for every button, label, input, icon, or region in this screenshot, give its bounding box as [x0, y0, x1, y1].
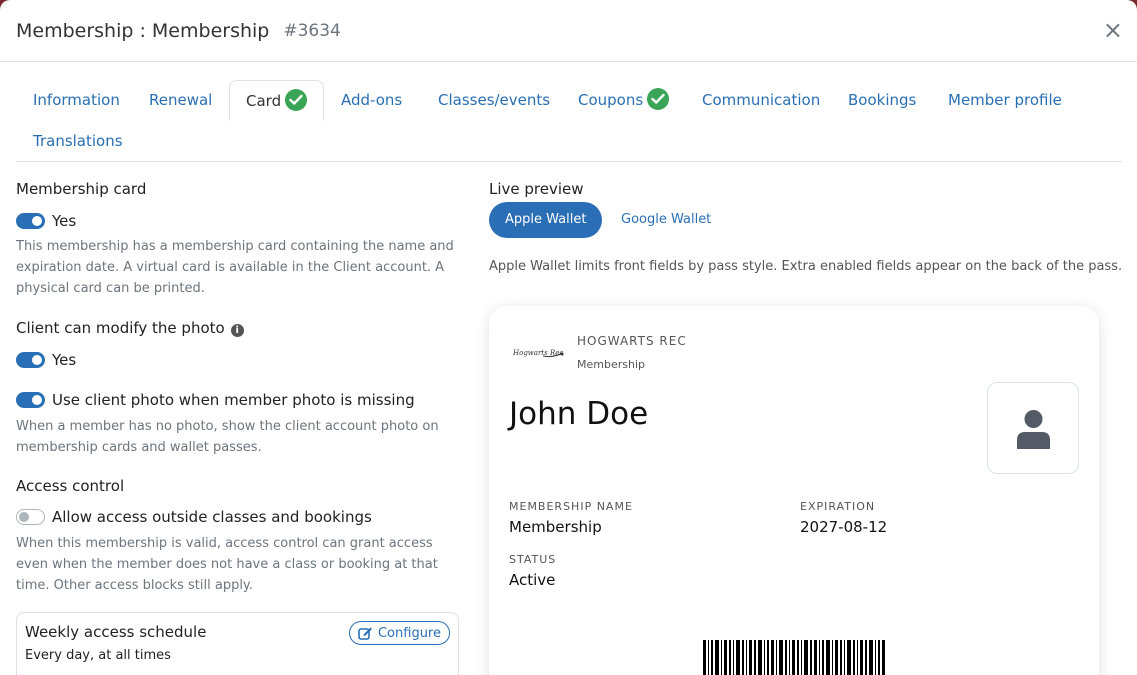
membership-name-label: MEMBERSHIP NAME: [509, 500, 633, 513]
wallet-pass-preview: Hogwarts Rec HOGWARTS REC Membership Joh…: [489, 306, 1099, 675]
tab-bar: Information Renewal Card Add-ons Classes…: [16, 80, 1122, 162]
tab-bookings[interactable]: Bookings: [848, 80, 916, 120]
schedule-title: Weekly access schedule: [25, 623, 207, 641]
check-circle-icon: [647, 88, 670, 110]
tab-translations[interactable]: Translations: [33, 121, 123, 161]
toggle-label: Yes: [52, 351, 77, 369]
toggle-label: Allow access outside classes and booking…: [52, 508, 372, 526]
tab-label: Translations: [33, 132, 123, 150]
membership-modal: Membership : Membership #3634 × Informat…: [0, 0, 1137, 675]
edit-icon: [358, 627, 372, 640]
access-control-help: When this membership is valid, access co…: [16, 536, 438, 593]
pass-member-name: John Doe: [509, 396, 649, 432]
configure-button[interactable]: Configure: [348, 621, 450, 645]
allow-access-toggle[interactable]: [16, 509, 45, 525]
pass-type: Membership: [577, 358, 645, 371]
google-wallet-button[interactable]: Google Wallet: [605, 202, 727, 238]
status-label: STATUS: [509, 553, 557, 566]
membership-card-toggle-row: Yes: [16, 212, 76, 230]
access-control-toggle-row: Allow access outside classes and booking…: [16, 508, 372, 526]
info-icon[interactable]: i: [230, 324, 244, 337]
tab-label: Add-ons: [341, 91, 403, 109]
tab-label: Communication: [702, 91, 821, 109]
expiration-label: EXPIRATION: [800, 500, 876, 513]
tab-card[interactable]: Card: [229, 80, 325, 121]
tab-label: Bookings: [848, 91, 917, 109]
expiration-value: 2027-08-12: [800, 518, 888, 536]
pass-organization: HOGWARTS REC: [577, 334, 687, 348]
hogwarts-logo-icon: Hogwarts Rec: [513, 349, 564, 358]
weekly-schedule-box: Weekly access schedule Every day, at all…: [16, 612, 459, 675]
apple-wallet-button[interactable]: Apple Wallet: [489, 202, 603, 238]
tab-label: Classes/events: [438, 91, 551, 109]
tab-information[interactable]: Information: [33, 80, 120, 120]
tab-renewal[interactable]: Renewal: [149, 80, 212, 120]
membership-id: #3634: [283, 20, 341, 41]
use-client-photo-help: When a member has no photo, show the cli…: [16, 419, 439, 455]
configure-label: Configure: [377, 625, 441, 641]
modify-photo-heading: Client can modify the photo i: [16, 319, 244, 337]
membership-card-toggle[interactable]: [16, 213, 45, 229]
modify-photo-toggle-row: Yes: [16, 351, 76, 369]
tab-add-ons[interactable]: Add-ons: [341, 80, 402, 120]
tab-label: Member profile: [948, 91, 1062, 109]
check-circle-icon: [285, 89, 308, 111]
schedule-value: Every day, at all times: [25, 648, 171, 663]
modal-header: Membership : Membership #3634 ×: [0, 0, 1137, 62]
toggle-label: Yes: [52, 212, 77, 230]
tab-label: Card: [246, 92, 282, 110]
live-preview-heading: Live preview: [489, 180, 584, 198]
access-control-heading: Access control: [16, 477, 125, 495]
use-client-photo-toggle[interactable]: [16, 392, 45, 408]
tab-coupons[interactable]: Coupons: [578, 80, 670, 120]
membership-card-help: This membership has a membership card co…: [16, 239, 454, 296]
member-photo-placeholder: [987, 382, 1079, 474]
tab-label: Renewal: [149, 91, 213, 109]
user-icon: [1017, 410, 1050, 449]
tab-label: Information: [33, 91, 120, 109]
membership-name-value: Membership: [509, 518, 602, 536]
status-value: Active: [509, 571, 556, 589]
live-preview-panel: Live preview Apple Wallet Google Wallet …: [489, 180, 1122, 675]
membership-card-heading: Membership card: [16, 180, 147, 198]
barcode-icon: [703, 640, 885, 675]
preview-note: Apple Wallet limits front fields by pass…: [489, 259, 1123, 274]
tab-classes-events[interactable]: Classes/events: [438, 80, 550, 120]
modify-photo-toggle[interactable]: [16, 352, 45, 368]
tab-label: Coupons: [578, 91, 644, 109]
modal-title: Membership : Membership: [16, 19, 270, 42]
toggle-label: Use client photo when member photo is mi…: [52, 391, 415, 409]
use-client-photo-toggle-row: Use client photo when member photo is mi…: [16, 391, 415, 409]
modify-photo-label: Client can modify the photo: [16, 319, 225, 337]
tab-member-profile[interactable]: Member profile: [948, 80, 1062, 120]
close-button[interactable]: ×: [1103, 16, 1123, 44]
tab-communication[interactable]: Communication: [702, 80, 820, 120]
